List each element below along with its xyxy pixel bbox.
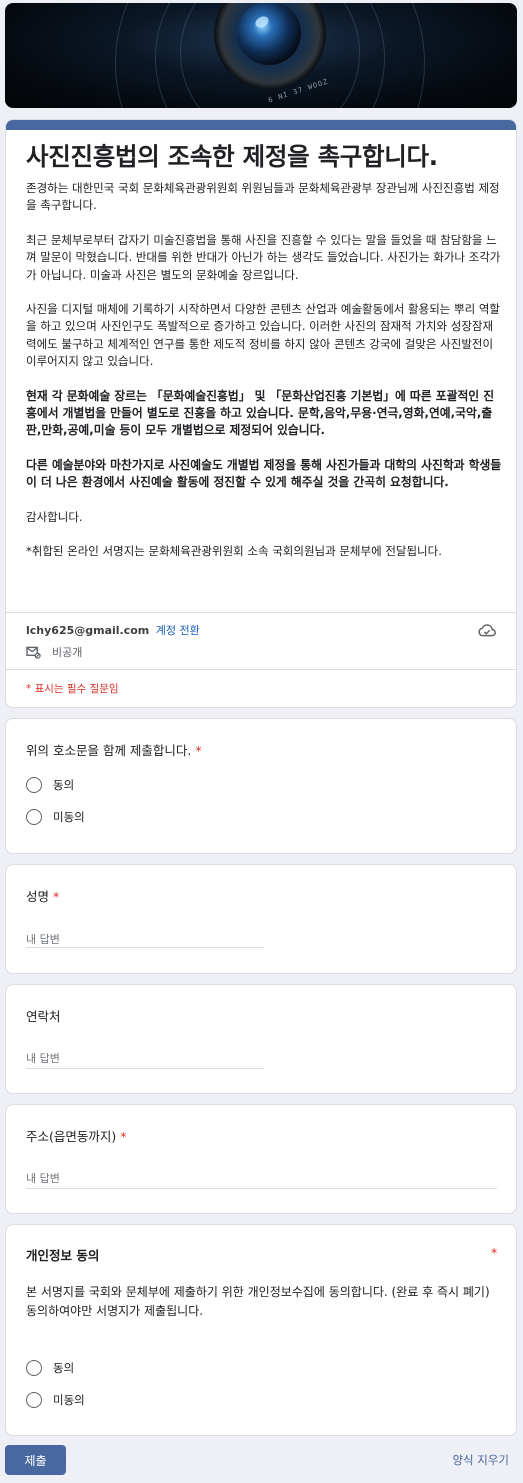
description-paragraph: 감사합니다. [26,509,83,524]
required-asterisk: * [491,1245,498,1260]
question-title-text: 주소(읍면동까지) [26,1129,117,1144]
radio-label: 동의 [53,778,75,792]
submit-button[interactable]: 제출 [5,1445,66,1475]
divider [6,669,516,670]
radio-circle[interactable] [26,1360,42,1376]
radio-circle[interactable] [26,777,42,793]
camera-lens-glass [237,3,301,65]
question-card-submit-appeal: 위의 호소문을 함께 제출합니다. * 동의 미동의 [5,718,517,854]
question-card-contact: 연락처 내 답변 [5,984,517,1094]
question-title: 성명 * [26,886,59,905]
required-asterisk: * [195,743,202,758]
radio-label: 동의 [53,1361,75,1375]
question-card-address: 주소(읍면동까지) * 내 답변 [5,1104,517,1214]
description-paragraph: 다른 예술분야와 마찬가지로 사진예술도 개별법 제정을 통해 사진가들과 대학… [26,457,502,490]
account-info: lchy625@gmail.com 계정 전환 [26,622,200,638]
radio-circle[interactable] [26,1392,42,1408]
form-title: 사진진흥법의 조속한 제정을 촉구합니다. [26,142,438,171]
question-title-text: 위의 호소문을 함께 제출합니다. [26,743,192,758]
description-paragraph: 현재 각 문화예술 장르는 「문화예술진흥법」 및 「문화산업진흥 기본법」에 … [26,388,495,438]
question-description: 본 서명지를 국회와 문체부에 제출하기 위한 개인정보수집에 동의합니다. (… [26,1283,496,1320]
form-description: 존경하는 대한민국 국회 문화체육관광위원회 위원님들과 문화체육관광부 장관님… [26,180,502,578]
question-title-text: 연락처 [26,1009,61,1024]
question-title: 개인정보 동의 [26,1248,100,1263]
address-input[interactable]: 내 답변 [26,1170,60,1186]
radio-option-agree[interactable]: 동의 [26,1360,74,1376]
contact-input[interactable]: 내 답변 [26,1050,60,1066]
divider [6,612,516,613]
cloud-saved-icon [478,624,496,637]
radio-option-disagree[interactable]: 미동의 [26,809,85,825]
consent-description-line: 본 서명지를 국회와 문체부에 제출하기 위한 개인정보수집에 동의합니다. (… [26,1285,490,1299]
question-title: 연락처 [26,1006,61,1025]
input-underline [26,1188,497,1189]
required-note: * 표시는 필수 질문임 [26,683,119,695]
question-title: 위의 호소문을 함께 제출합니다. * [26,740,202,759]
description-paragraph: 존경하는 대한민국 국회 문화체육관광위원회 위원님들과 문화체육관광부 장관님… [26,181,500,213]
switch-account-link[interactable]: 계정 전환 [156,624,200,637]
question-card-privacy-consent: 개인정보 동의 * 본 서명지를 국회와 문체부에 제출하기 위한 개인정보수집… [5,1224,517,1436]
description-paragraph: 최근 문체부로부터 갑자기 미술진흥법을 통해 사진을 진흥할 수 있다는 말을… [26,232,501,282]
radio-label: 미동의 [53,1393,85,1407]
form-header-card: 사진진흥법의 조속한 제정을 촉구합니다. 존경하는 대한민국 국회 문화체육관… [5,119,517,708]
clear-form-link[interactable]: 양식 지우기 [452,1452,509,1468]
question-card-name: 성명 * 내 답변 [5,864,517,974]
accent-bar [6,120,516,130]
description-paragraph: *취합된 온라인 서명지는 문화체육관광위원회 소속 국회의원님과 문체부에 전… [26,544,442,559]
required-asterisk: * [53,889,60,904]
question-title: 주소(읍면동까지) * [26,1126,127,1145]
name-input[interactable]: 내 답변 [26,931,60,947]
question-title-text: 성명 [26,889,50,904]
radio-circle[interactable] [26,809,42,825]
consent-description-line: 동의하여야만 서명지가 제출됩니다. [26,1303,204,1318]
private-label: 비공개 [52,646,83,659]
account-email: lchy625@gmail.com [26,624,150,637]
header-banner-image: 6 NI 37 WOOZ [5,3,517,108]
private-indicator: 비공개 [26,644,82,660]
radio-option-agree[interactable]: 동의 [26,777,74,793]
input-underline [26,1068,264,1069]
radio-option-disagree[interactable]: 미동의 [26,1392,85,1408]
required-asterisk: * [120,1129,127,1144]
radio-label: 미동의 [53,810,85,824]
input-underline [26,947,264,948]
mail-lock-icon [26,646,41,659]
description-paragraph: 사진을 디지털 매체에 기록하기 시작하면서 다양한 콘텐츠 산업과 예술활동에… [26,302,500,369]
